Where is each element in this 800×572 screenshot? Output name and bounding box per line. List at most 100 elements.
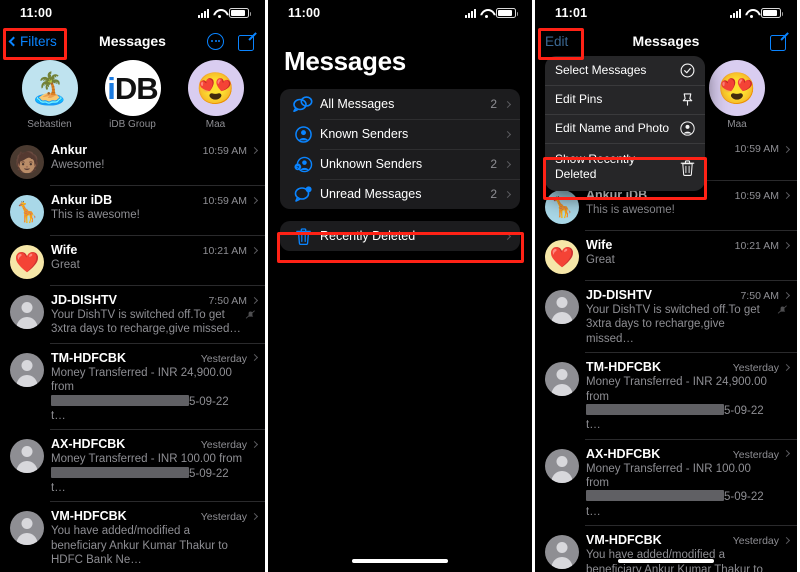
list-item[interactable]: JD-DISHTV 7:50 AM Your DishTV is switche…: [535, 281, 797, 354]
chevron-right-icon: [782, 291, 791, 299]
conversation-time: 10:59 AM: [734, 143, 779, 155]
wifi-icon: [213, 9, 225, 18]
pinned-item[interactable]: 🏝️ Sebastien: [14, 60, 86, 130]
conversation-list: 🧑🏽 Ankur 10:59 AM Awesome! 🦒 Ankur iDB 1…: [0, 136, 265, 572]
list-item[interactable]: 🦒 Ankur iDB 10:59 AM This is awesome!: [0, 186, 265, 236]
filter-row-known-senders[interactable]: Known Senders: [280, 119, 520, 149]
chevron-right-icon: [250, 146, 259, 154]
conversation-name: Ankur iDB: [51, 193, 113, 207]
pinned-item-label: Maa: [727, 119, 747, 130]
menu-item-select-messages[interactable]: Select Messages: [545, 56, 705, 85]
filter-count: 2: [490, 157, 497, 171]
battery-icon: [761, 8, 783, 18]
redacted-text: [51, 466, 189, 478]
chevron-right-icon: [782, 450, 791, 458]
chevron-right-icon: [250, 512, 259, 520]
conversation-preview: Great: [586, 254, 615, 266]
edit-button[interactable]: Edit: [545, 34, 568, 49]
list-item[interactable]: AX-HDFCBK Yesterday Money Transferred - …: [535, 440, 797, 527]
list-item[interactable]: JD-DISHTV 7:50 AM Your DishTV is switche…: [0, 286, 265, 344]
pin-icon: [680, 92, 695, 107]
conversation-time: Yesterday: [732, 362, 779, 375]
panel-messages-list: 11:00 Filters Messages 🏝️ Sebastien i DB…: [0, 0, 265, 572]
avatar: 😍: [709, 60, 765, 116]
chevron-right-icon: [503, 100, 512, 108]
wifi-icon: [480, 9, 492, 18]
battery-icon: [496, 8, 518, 18]
conversation-time: 7:50 AM: [740, 290, 779, 302]
chevron-right-icon: [503, 160, 512, 168]
status-time: 11:00: [20, 6, 53, 20]
pinned-item[interactable]: 😍 Maa: [701, 60, 773, 130]
edit-button-label: Edit: [545, 33, 569, 49]
filter-row-unread-messages[interactable]: Unread Messages 2: [280, 179, 520, 209]
list-item[interactable]: VM-HDFCBK Yesterday You have added/modif…: [535, 526, 797, 572]
list-item[interactable]: ❤️ Wife 10:21 AM Great: [535, 231, 797, 281]
conversation-preview: Money Transferred - INR 100.00 from: [586, 462, 751, 489]
cellular-signal-icon: [730, 8, 741, 18]
avatar: 🦒: [10, 195, 44, 229]
chevron-right-icon: [782, 191, 791, 199]
trash-icon: [292, 227, 314, 245]
conversation-time: Yesterday: [200, 352, 247, 365]
filter-count: 2: [490, 187, 497, 201]
avatar: 🏝️: [21, 60, 78, 116]
avatar: 🧑🏽: [10, 145, 44, 179]
filter-row-all-messages[interactable]: All Messages 2: [280, 89, 520, 119]
list-item[interactable]: 🧑🏽 Ankur 10:59 AM Awesome!: [0, 136, 265, 186]
nav-bar: Filters Messages: [0, 26, 265, 56]
status-icons: [730, 8, 783, 18]
back-button-filters[interactable]: Filters: [8, 33, 57, 49]
chevron-right-icon: [250, 440, 259, 448]
conversation-name: AX-HDFCBK: [586, 446, 661, 461]
conversation-time: Yesterday: [732, 448, 779, 461]
list-item[interactable]: VM-HDFCBK Yesterday You have added/modif…: [0, 502, 265, 572]
chevron-right-icon: [503, 130, 512, 138]
menu-item-label: Select Messages: [555, 63, 647, 77]
conversation-time: 10:59 AM: [202, 195, 247, 207]
filter-row-recently-deleted[interactable]: Recently Deleted: [280, 221, 520, 251]
conversation-name: Wife: [586, 238, 613, 252]
chevron-right-icon: [250, 246, 259, 254]
conversation-list: 10:59 AM 🦒 Ankur iDB 10:59 AM This is aw…: [535, 136, 797, 572]
battery-icon: [229, 8, 251, 18]
avatar: 😍: [187, 60, 244, 116]
avatar: 🦒: [545, 190, 579, 224]
page-title: Messages: [284, 46, 406, 76]
avatar: [10, 439, 44, 474]
compose-icon[interactable]: [770, 33, 787, 51]
filter-row-unknown-senders[interactable]: ? Unknown Senders 2: [280, 149, 520, 179]
pinned-conversations: 🏝️ Sebastien i DB iDB Group 😍 Maa: [0, 56, 265, 136]
conversation-name: TM-HDFCBK: [586, 360, 661, 375]
menu-item-edit-pins[interactable]: Edit Pins: [545, 85, 705, 114]
list-item[interactable]: AX-HDFCBK Yesterday Money Transferred - …: [0, 430, 265, 503]
chevron-right-icon: [250, 196, 259, 204]
conversation-preview: Money Transferred - INR 24,900.00 from: [51, 366, 232, 394]
list-item[interactable]: ❤️ Wife 10:21 AM Great: [0, 236, 265, 286]
home-indicator: [352, 559, 448, 563]
menu-item-show-recently-deleted[interactable]: Show Recently Deleted: [545, 143, 705, 191]
bell-slash-icon: [777, 304, 788, 315]
conversation-time: 10:59 AM: [734, 190, 779, 202]
person-circle-icon: [680, 121, 695, 136]
avatar: ❤️: [10, 245, 44, 279]
compose-icon[interactable]: [238, 33, 255, 51]
conversation-name: JD-DISHTV: [51, 293, 117, 307]
menu-item-label: Edit Name and Photo: [555, 121, 670, 135]
two-bubbles-icon: [292, 96, 314, 112]
filter-label: Recently Deleted: [320, 229, 416, 243]
list-item[interactable]: TM-HDFCBK Yesterday Money Transferred - …: [535, 353, 797, 440]
ellipsis-circle-icon[interactable]: [207, 32, 224, 50]
status-time: 11:00: [288, 6, 321, 20]
pinned-item[interactable]: 😍 Maa: [180, 60, 252, 130]
cellular-signal-icon: [465, 8, 476, 18]
back-button-label: Filters: [20, 33, 57, 49]
edit-dropdown-menu: Select Messages Edit Pins Edit Name and …: [545, 56, 705, 191]
pinned-item[interactable]: i DB iDB Group: [97, 60, 169, 130]
menu-item-edit-name-and-photo[interactable]: Edit Name and Photo: [545, 114, 705, 143]
conversation-name: VM-HDFCBK: [586, 533, 662, 548]
chevron-right-icon: [250, 296, 259, 304]
cellular-signal-icon: [198, 8, 209, 18]
conversation-preview: This is awesome!: [51, 209, 140, 221]
list-item[interactable]: TM-HDFCBK Yesterday Money Transferred - …: [0, 344, 265, 431]
